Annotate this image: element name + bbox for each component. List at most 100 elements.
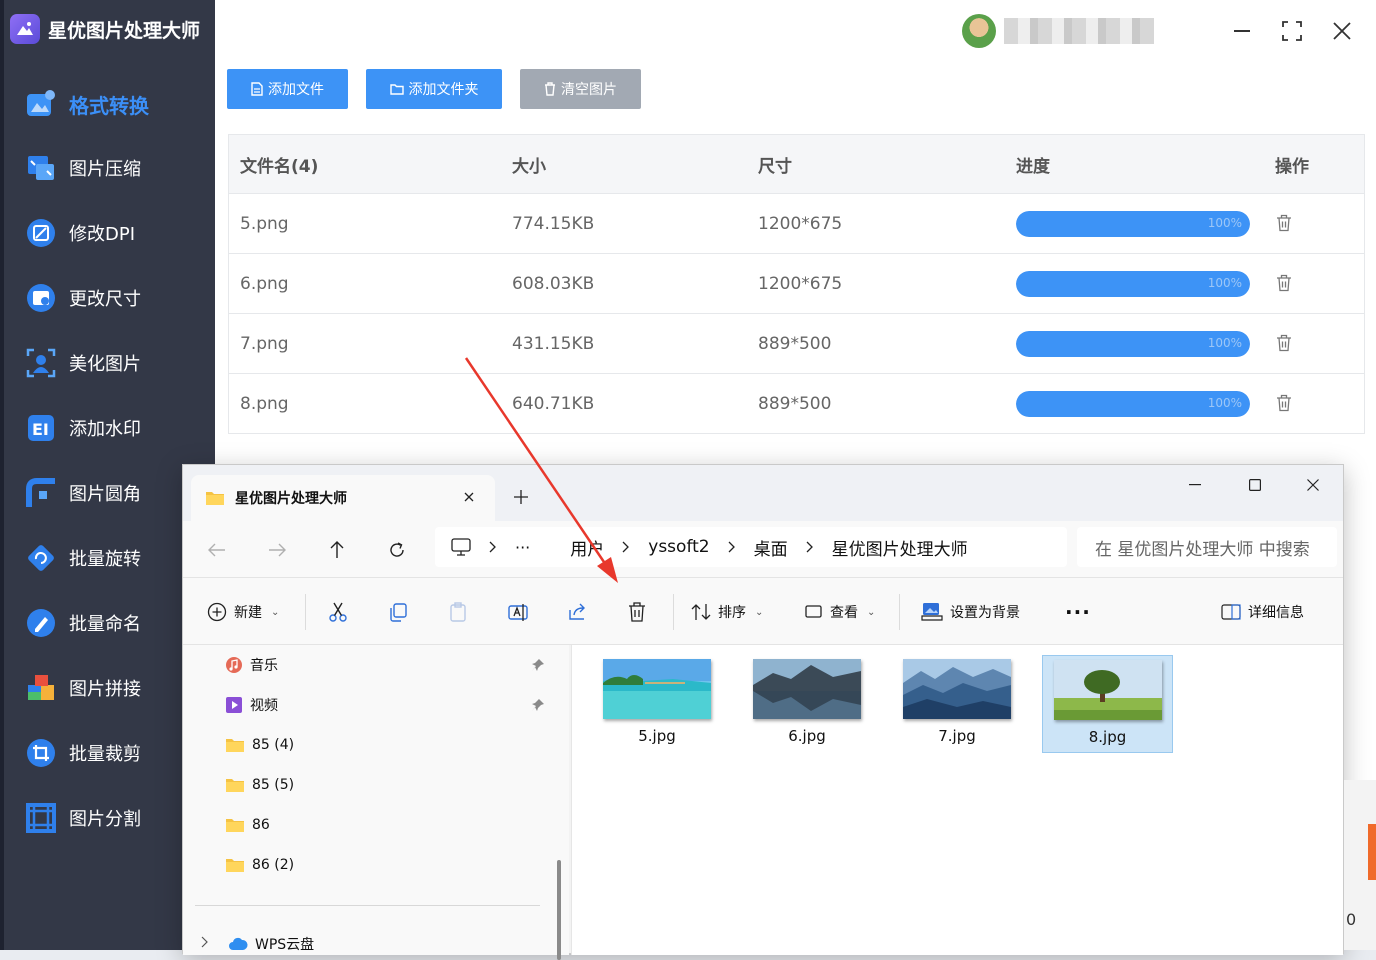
table-row: 6.png 608.03KB 1200*675 100% [229, 254, 1364, 314]
ellipsis-icon[interactable]: ··· [515, 538, 530, 557]
svg-text:EI: EI [32, 420, 49, 439]
delete-button[interactable] [627, 600, 647, 624]
clear-images-label: 清空图片 [561, 82, 617, 98]
trash-icon [629, 602, 645, 622]
header-name: 文件名(4) [240, 156, 319, 177]
explorer-minimize-button[interactable] [1175, 473, 1215, 497]
explorer-close-button[interactable] [1293, 473, 1333, 497]
add-folder-button[interactable]: 添加文件夹 [366, 69, 502, 109]
maximize-button[interactable] [1276, 16, 1308, 46]
scrollbar[interactable] [557, 860, 561, 960]
trash-icon [1277, 274, 1291, 292]
file-item-selected[interactable]: 8.jpg [1042, 655, 1173, 753]
close-button[interactable] [1326, 16, 1358, 46]
share-button[interactable] [567, 600, 589, 624]
nav-item-music[interactable]: 音乐 [225, 653, 278, 677]
split-icon [24, 801, 58, 835]
sidebar-item-format-convert[interactable]: 格式转换 [24, 82, 214, 126]
nav-item-videos[interactable]: 视频 [225, 693, 278, 717]
fullscreen-icon [1282, 21, 1302, 41]
delete-row-button[interactable] [1276, 274, 1292, 297]
nav-item-label: 85 (4) [252, 737, 295, 753]
clear-images-button[interactable]: 清空图片 [520, 69, 641, 109]
chevron-right-icon [806, 541, 814, 553]
file-item[interactable]: 6.jpg [742, 655, 872, 753]
trash-icon [545, 82, 555, 96]
new-tab-button[interactable] [509, 485, 533, 509]
nav-item-wps-cloud[interactable]: WPS云盘 [201, 932, 314, 956]
nav-item-folder[interactable]: 86 (2) [225, 853, 294, 877]
sidebar-item-label: 图片拼接 [69, 679, 141, 700]
new-label: 新建 [234, 605, 262, 621]
file-item[interactable]: 5.jpg [592, 655, 722, 753]
sidebar-item-beautify[interactable]: 美化图片 [24, 341, 214, 385]
arrow-right-icon [269, 543, 286, 557]
cut-button[interactable] [327, 600, 349, 624]
file-explorer-window: 星优图片处理大师 ··· 用户 yssoft2 桌面 星优图片处理大师 在 星优… [182, 464, 1344, 960]
pin-icon [531, 697, 545, 716]
explorer-command-bar: 新建 ⌄ 排序 ⌄ 查看 ⌄ 设置为背景 ··· 详细信息 [183, 577, 1343, 645]
add-file-button[interactable]: 添加文件 [227, 69, 348, 109]
nav-item-folder[interactable]: 86 [225, 813, 270, 837]
tab-close-button[interactable] [459, 487, 479, 507]
sidebar-item-resize[interactable]: 更改尺寸 [24, 276, 214, 320]
file-size-cell: 608.03KB [512, 273, 595, 294]
copy-icon [390, 603, 407, 622]
app-window: 星优图片处理大师 格式转换 图片压缩 修改DPI 更改尺寸 美化图片 EI 添加… [0, 0, 1376, 960]
breadcrumb-desktop[interactable]: 桌面 [754, 535, 788, 560]
sidebar-item-dpi[interactable]: 修改DPI [24, 211, 214, 255]
breadcrumb-current-folder[interactable]: 星优图片处理大师 [832, 535, 968, 560]
up-button[interactable] [321, 534, 353, 566]
paste-button[interactable] [447, 600, 469, 624]
new-button[interactable]: 新建 ⌄ [207, 600, 279, 624]
breadcrumb-user[interactable]: yssoft2 [648, 537, 709, 557]
more-icon: ··· [1065, 600, 1091, 624]
progress-label: 100% [1207, 216, 1242, 230]
details-pane-button[interactable]: 详细信息 [1221, 600, 1304, 624]
user-account[interactable]: yssoft2_wb [962, 14, 1154, 48]
add-file-label: 添加文件 [268, 82, 324, 98]
set-background-button[interactable]: 设置为背景 [921, 600, 1020, 624]
breadcrumb-users[interactable]: 用户 [570, 535, 604, 560]
explorer-search-input[interactable]: 在 星优图片处理大师 中搜索 [1077, 527, 1337, 567]
table-row: 5.png 774.15KB 1200*675 100% [229, 194, 1364, 254]
beautify-icon [24, 346, 58, 380]
minimize-button[interactable] [1226, 16, 1258, 46]
more-options-button[interactable]: ··· [1065, 600, 1091, 624]
explorer-tab[interactable]: 星优图片处理大师 [191, 475, 495, 521]
sidebar-item-label: 批量裁剪 [69, 744, 141, 765]
nav-item-folder[interactable]: 85 (5) [225, 773, 294, 797]
file-dimensions-cell: 889*500 [758, 333, 832, 354]
address-field[interactable]: ··· 用户 yssoft2 桌面 星优图片处理大师 [435, 527, 1067, 567]
delete-row-button[interactable] [1276, 334, 1292, 357]
crop-icon [24, 736, 58, 770]
paste-icon [450, 602, 466, 622]
sidebar-item-compress[interactable]: 图片压缩 [24, 146, 214, 190]
sidebar-item-label: 批量命名 [69, 614, 141, 635]
username-obscured: yssoft2_wb [1004, 18, 1154, 44]
watermark-icon: EI [24, 411, 58, 445]
back-button[interactable] [201, 534, 233, 566]
arrow-up-icon [330, 541, 344, 558]
nav-item-folder[interactable]: 85 (4) [225, 733, 294, 757]
dpi-icon [24, 216, 58, 250]
forward-button[interactable] [261, 534, 293, 566]
sidebar-item-label: 更改尺寸 [69, 289, 141, 310]
view-button[interactable]: 查看 ⌄ [805, 600, 875, 624]
delete-row-button[interactable] [1276, 394, 1292, 417]
table-row: 8.png 640.71KB 889*500 100% [229, 374, 1364, 434]
file-size-cell: 431.15KB [512, 333, 595, 354]
add-circle-icon [207, 602, 227, 622]
refresh-button[interactable] [381, 534, 413, 566]
file-dimensions-cell: 1200*675 [758, 213, 843, 234]
sidebar-item-label: 批量旋转 [69, 549, 141, 570]
copy-button[interactable] [387, 600, 409, 624]
rename-button[interactable] [507, 600, 529, 624]
explorer-maximize-button[interactable] [1235, 473, 1275, 497]
wallpaper-icon [921, 603, 943, 621]
file-item[interactable]: 7.jpg [892, 655, 1022, 753]
sort-button[interactable]: 排序 ⌄ [691, 600, 763, 624]
sidebar-item-watermark[interactable]: EI 添加水印 [24, 406, 214, 450]
rename-icon [24, 606, 58, 640]
delete-row-button[interactable] [1276, 214, 1292, 237]
